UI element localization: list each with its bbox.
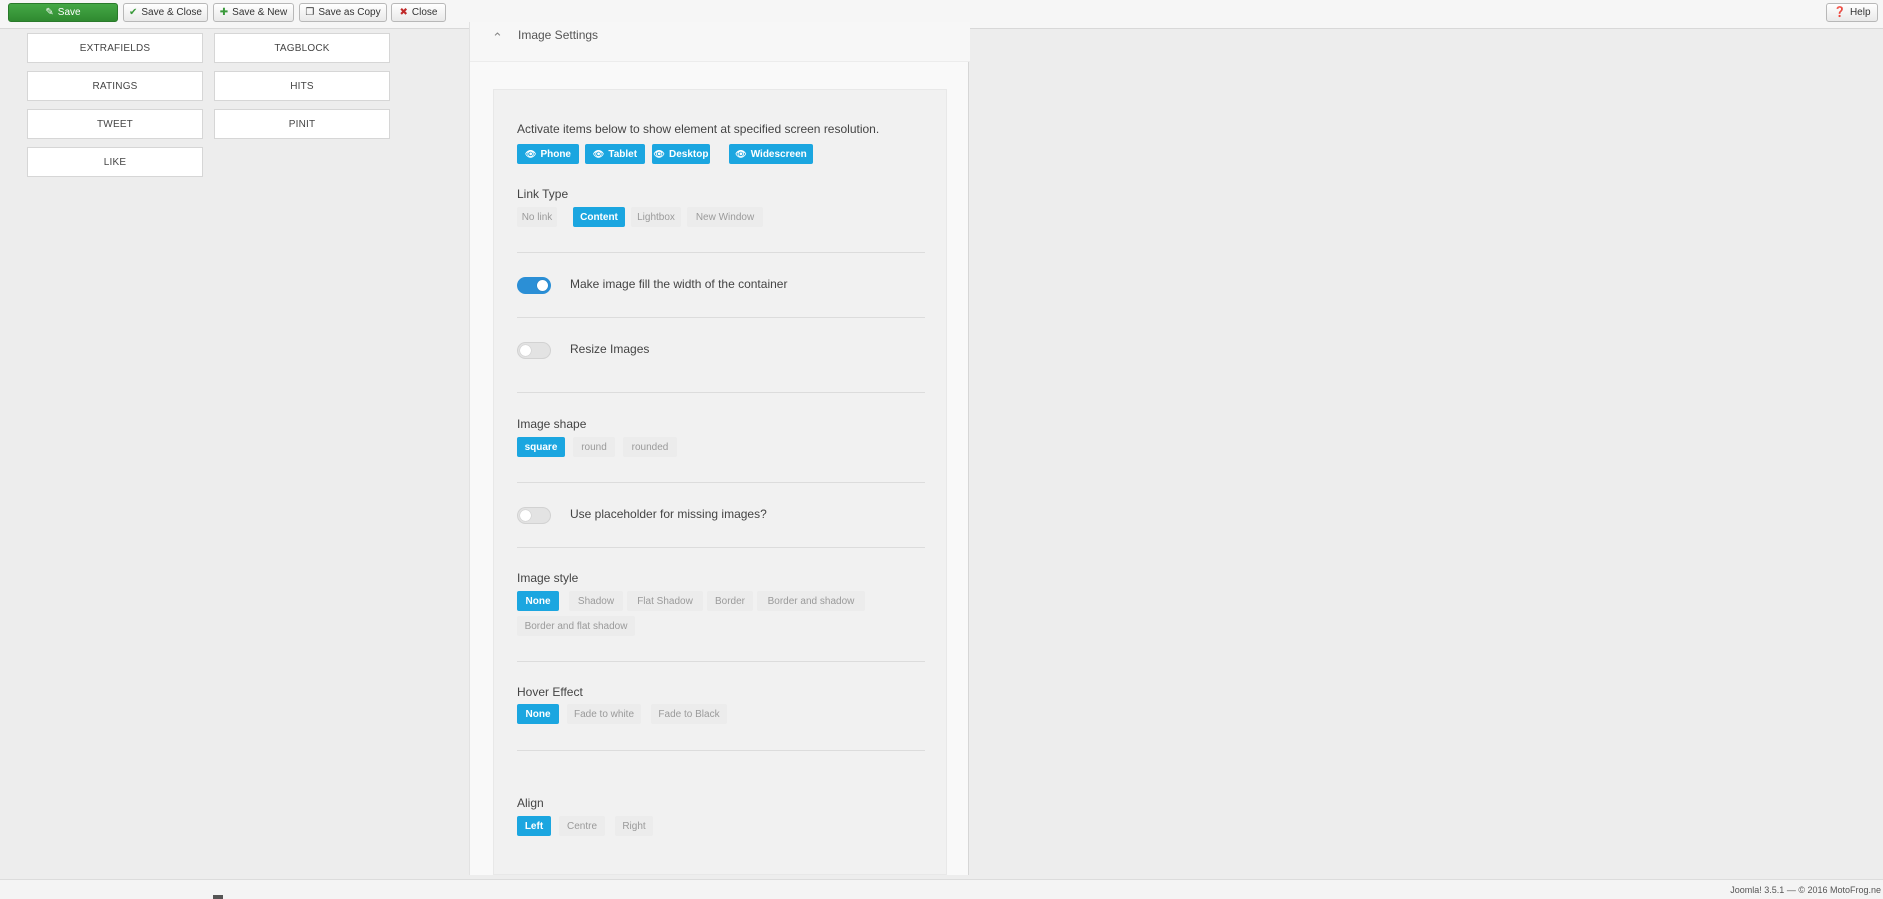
- link-type-lightbox[interactable]: Lightbox: [631, 207, 681, 227]
- device-desktop-button[interactable]: 👁 Desktop: [652, 144, 710, 164]
- position-tweet[interactable]: TWEET: [27, 109, 203, 139]
- align-label: Align: [517, 796, 544, 810]
- position-extrafields[interactable]: EXTRAFIELDS: [27, 33, 203, 63]
- eye-icon: 👁: [592, 148, 605, 159]
- close-circle-icon: ✖: [399, 6, 408, 18]
- resize-images-toggle[interactable]: [517, 342, 551, 359]
- hover-fade-to-black[interactable]: Fade to Black: [651, 704, 727, 724]
- link-type-no-link[interactable]: No link: [517, 207, 557, 227]
- device-phone-button[interactable]: 👁 Phone: [517, 144, 579, 164]
- footer-text: Joomla! 3.5.1 — © 2016 MotoFrog.ne: [1730, 885, 1881, 895]
- settings-card: Activate items below to show element at …: [493, 89, 947, 875]
- align-options: Left Centre Right: [517, 816, 677, 836]
- divider: [517, 750, 925, 751]
- close-label: Close: [411, 7, 438, 18]
- save-new-button[interactable]: ✚ Save & New: [213, 3, 294, 22]
- toggle-knob: [520, 345, 531, 356]
- divider: [517, 392, 925, 393]
- save-close-button[interactable]: ✔ Save & Close: [123, 3, 208, 22]
- hover-none[interactable]: None: [517, 704, 559, 724]
- check-icon: ✔: [129, 6, 138, 18]
- style-border[interactable]: Border: [707, 591, 753, 611]
- style-flat-shadow[interactable]: Flat Shadow: [627, 591, 703, 611]
- align-centre[interactable]: Centre: [559, 816, 605, 836]
- save-label: Save: [57, 7, 81, 18]
- shape-rounded[interactable]: rounded: [623, 437, 677, 457]
- position-tagblock[interactable]: TAGBLOCK: [214, 33, 390, 63]
- hover-fade-to-white[interactable]: Fade to white: [567, 704, 641, 724]
- eye-icon: 👁: [525, 148, 537, 159]
- link-type-content[interactable]: Content: [573, 207, 625, 227]
- image-settings-panel: ⌃ Image Settings Activate items below to…: [469, 22, 970, 875]
- section-header[interactable]: ⌃ Image Settings: [470, 22, 970, 62]
- fill-width-label: Make image fill the width of the contain…: [570, 277, 788, 291]
- hover-effect-options: None Fade to white Fade to Black: [517, 704, 757, 724]
- resolution-intro: Activate items below to show element at …: [517, 122, 880, 136]
- help-button[interactable]: ❓ Help: [1826, 3, 1878, 22]
- style-none[interactable]: None: [517, 591, 559, 611]
- position-hits[interactable]: HITS: [214, 71, 390, 101]
- close-button[interactable]: ✖ Close: [391, 3, 446, 22]
- device-label: Phone: [540, 148, 571, 160]
- save-copy-label: Save as Copy: [318, 7, 381, 18]
- divider: [517, 661, 925, 662]
- toggle-knob: [520, 510, 531, 521]
- chevron-up-icon[interactable]: ⌃: [492, 30, 503, 46]
- plus-icon: ✚: [219, 6, 229, 18]
- align-right[interactable]: Right: [615, 816, 653, 836]
- eye-icon: 👁: [653, 148, 665, 159]
- style-border-and-flat-shadow[interactable]: Border and flat shadow: [517, 616, 635, 636]
- toggle-knob: [537, 280, 548, 291]
- save-new-label: Save & New: [232, 7, 288, 18]
- link-type-options: No link Content Lightbox New Window: [517, 207, 777, 227]
- save-copy-button[interactable]: ❐ Save as Copy: [299, 3, 387, 22]
- divider: [517, 317, 925, 318]
- device-widescreen-button[interactable]: 👁 Widescreen: [729, 144, 813, 164]
- help-label: Help: [1849, 7, 1871, 18]
- placeholder-label: Use placeholder for missing images?: [570, 507, 767, 521]
- divider: [517, 482, 925, 483]
- save-close-label: Save & Close: [141, 7, 202, 18]
- position-pinit[interactable]: PINIT: [214, 109, 390, 139]
- edit-icon: ✎: [45, 6, 54, 18]
- shape-square[interactable]: square: [517, 437, 565, 457]
- device-buttons: 👁 Phone 👁 Tablet 👁 Desktop 👁 Widescreen: [517, 144, 837, 164]
- image-style-label: Image style: [517, 571, 579, 585]
- scroll-marker: [213, 895, 223, 899]
- question-icon: ❓: [1833, 6, 1846, 18]
- hover-effect-label: Hover Effect: [517, 685, 583, 699]
- resize-images-label: Resize Images: [570, 342, 650, 356]
- shape-round[interactable]: round: [573, 437, 615, 457]
- position-ratings[interactable]: RATINGS: [27, 71, 203, 101]
- copy-icon: ❐: [305, 6, 315, 18]
- footer: Joomla! 3.5.1 — © 2016 MotoFrog.ne: [0, 879, 1883, 899]
- section-title: Image Settings: [518, 28, 599, 42]
- image-shape-options: square round rounded: [517, 437, 697, 457]
- eye-icon: 👁: [735, 148, 747, 159]
- save-button[interactable]: ✎ Save: [8, 3, 118, 22]
- divider: [517, 252, 925, 253]
- align-left[interactable]: Left: [517, 816, 551, 836]
- fill-width-toggle[interactable]: [517, 277, 551, 294]
- device-label: Tablet: [608, 148, 638, 160]
- placeholder-toggle[interactable]: [517, 507, 551, 524]
- style-shadow[interactable]: Shadow: [569, 591, 623, 611]
- device-label: Widescreen: [750, 148, 807, 160]
- device-label: Desktop: [668, 148, 709, 160]
- link-type-label: Link Type: [517, 187, 569, 201]
- position-like[interactable]: LIKE: [27, 147, 203, 177]
- divider: [517, 547, 925, 548]
- positions-panel: EXTRAFIELDS TAGBLOCK RATINGS HITS TWEET …: [5, 29, 469, 875]
- style-border-and-shadow[interactable]: Border and shadow: [757, 591, 865, 611]
- image-shape-label: Image shape: [517, 417, 587, 431]
- image-style-options: None Shadow Flat Shadow Border Border an…: [517, 591, 897, 637]
- link-type-new-window[interactable]: New Window: [687, 207, 763, 227]
- device-tablet-button[interactable]: 👁 Tablet: [585, 144, 645, 164]
